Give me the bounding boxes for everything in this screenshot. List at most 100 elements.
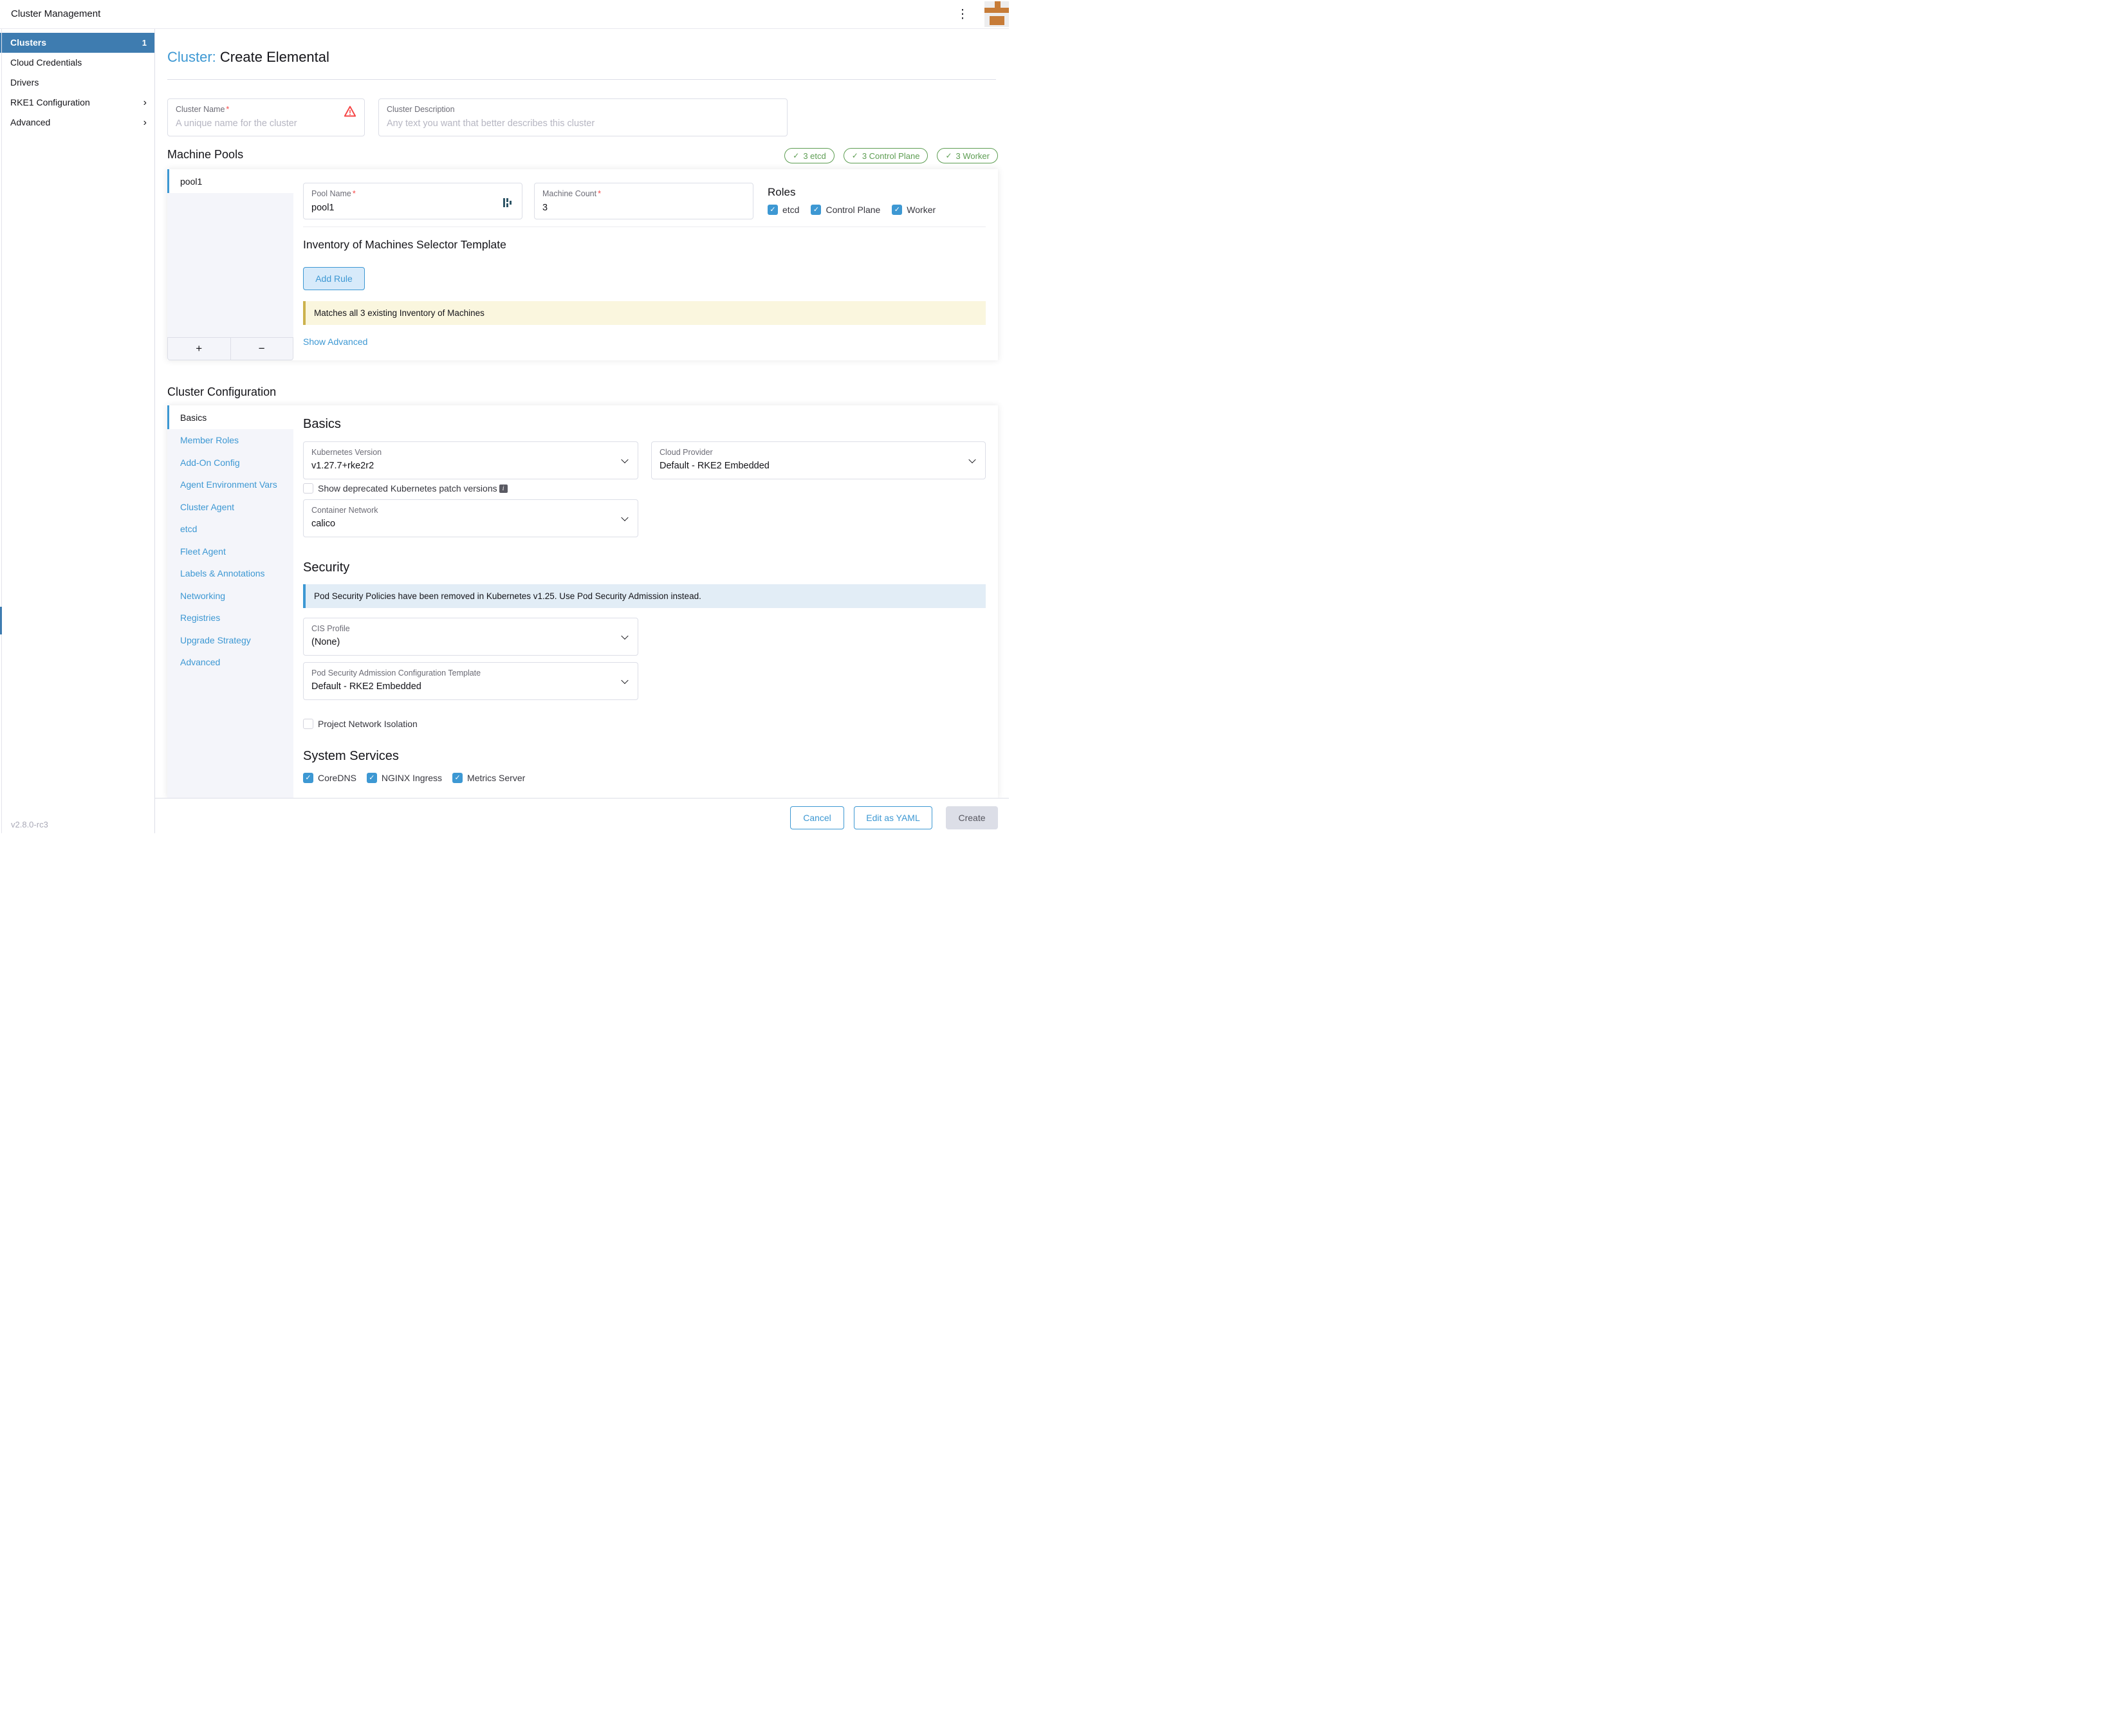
nginx-ingress-checkbox[interactable]: ✓	[367, 773, 377, 783]
app-version: v2.8.0-rc3	[11, 820, 48, 829]
roles-heading: Roles	[768, 186, 795, 199]
pool-name-input[interactable]	[311, 203, 514, 213]
kubernetes-version-value: v1.27.7+rke2r2	[311, 461, 630, 471]
add-rule-button[interactable]: Add Rule	[303, 267, 365, 290]
pool-add-remove-buttons: + −	[167, 337, 293, 360]
check-icon: ✓	[852, 151, 858, 160]
role-control-plane: ✓ Control Plane	[811, 205, 880, 215]
pool-tab-pool1[interactable]: pool1	[167, 169, 293, 193]
cloud-provider-value: Default - RKE2 Embedded	[660, 461, 977, 471]
config-tab-labels-annotations[interactable]: Labels & Annotations	[167, 562, 293, 585]
machine-pools-heading: Machine Pools	[167, 148, 243, 162]
page-title-text: Create Elemental	[220, 49, 329, 65]
config-tab-etcd[interactable]: etcd	[167, 518, 293, 540]
control-plane-checkbox[interactable]: ✓	[811, 205, 821, 215]
create-button[interactable]: Create	[946, 806, 998, 829]
service-metrics-server: ✓ Metrics Server	[452, 773, 525, 783]
cancel-button[interactable]: Cancel	[790, 806, 844, 829]
role-etcd: ✓ etcd	[768, 205, 799, 215]
config-tab-registries[interactable]: Registries	[167, 607, 293, 629]
config-tab-member-roles[interactable]: Member Roles	[167, 429, 293, 452]
show-deprecated-row: Show deprecated Kubernetes patch version…	[303, 483, 508, 494]
show-deprecated-label: Show deprecated Kubernetes patch version…	[318, 483, 497, 494]
kubernetes-version-label: Kubernetes Version	[311, 448, 630, 457]
coredns-checkbox[interactable]: ✓	[303, 773, 313, 783]
psa-template-label: Pod Security Admission Configuration Tem…	[311, 669, 630, 678]
cloud-provider-select[interactable]: Cloud Provider Default - RKE2 Embedded	[651, 441, 986, 479]
pool-name-fieldbox: Pool Name*	[303, 183, 522, 219]
brand-logo-icon[interactable]	[984, 1, 1009, 27]
project-network-isolation-row: Project Network Isolation	[303, 719, 418, 729]
random-name-icon[interactable]	[503, 198, 513, 208]
psa-template-select[interactable]: Pod Security Admission Configuration Tem…	[303, 662, 638, 700]
required-asterisk: *	[598, 189, 601, 198]
config-tab-fleet-agent[interactable]: Fleet Agent	[167, 540, 293, 563]
cluster-description-fieldbox: Cluster Description	[378, 98, 788, 136]
title-divider	[167, 79, 996, 80]
config-tab-agent-environment-vars[interactable]: Agent Environment Vars	[167, 474, 293, 496]
role-count-badges: ✓ 3 etcd ✓ 3 Control Plane ✓ 3 Worker	[784, 148, 998, 163]
cluster-configuration-heading: Cluster Configuration	[167, 385, 276, 399]
sidebar-item-clusters[interactable]: Clusters 1	[0, 33, 154, 53]
metrics-server-checkbox[interactable]: ✓	[452, 773, 463, 783]
worker-count-badge: ✓ 3 Worker	[937, 148, 998, 163]
worker-checkbox[interactable]: ✓	[892, 205, 902, 215]
page-title-prefix: Cluster:	[167, 49, 216, 65]
sidebar-item-advanced[interactable]: Advanced ›	[0, 113, 154, 133]
config-tab-upgrade-strategy[interactable]: Upgrade Strategy	[167, 629, 293, 652]
clusters-count-badge: 1	[142, 33, 147, 53]
role-worker: ✓ Worker	[892, 205, 936, 215]
service-nginx-ingress: ✓ NGINX Ingress	[367, 773, 442, 783]
top-header: Cluster Management ⋮	[0, 0, 1009, 29]
project-network-isolation-checkbox[interactable]	[303, 719, 313, 729]
etcd-checkbox[interactable]: ✓	[768, 205, 778, 215]
sidebar-nav: Clusters 1 Cloud Credentials Drivers RKE…	[0, 29, 155, 833]
add-pool-button[interactable]: +	[167, 337, 231, 360]
matches-banner: Matches all 3 existing Inventory of Mach…	[303, 301, 986, 325]
scrollbar-thumb[interactable]	[0, 607, 2, 634]
kebab-menu-icon[interactable]: ⋮	[956, 6, 969, 24]
etcd-count-badge: ✓ 3 etcd	[784, 148, 834, 163]
container-network-select[interactable]: Container Network calico	[303, 499, 638, 537]
page-title: Cluster: Create Elemental	[167, 49, 329, 66]
left-edge-divider	[1, 29, 2, 833]
container-network-value: calico	[311, 519, 630, 529]
project-network-isolation-label: Project Network Isolation	[318, 719, 418, 729]
check-icon: ✓	[793, 151, 799, 160]
pool-content-divider	[303, 226, 986, 227]
roles-checkbox-group: ✓ etcd ✓ Control Plane ✓ Worker	[768, 205, 936, 215]
cluster-configuration-panel: Basics Member Roles Add-On Config Agent …	[167, 405, 998, 798]
config-tab-networking[interactable]: Networking	[167, 585, 293, 607]
machine-count-input[interactable]	[542, 203, 745, 213]
cis-profile-label: CIS Profile	[311, 624, 630, 633]
machine-count-label: Machine Count	[542, 189, 596, 198]
show-deprecated-checkbox[interactable]	[303, 483, 313, 494]
config-tab-add-on-config[interactable]: Add-On Config	[167, 452, 293, 474]
cis-profile-select[interactable]: CIS Profile (None)	[303, 618, 638, 656]
edit-as-yaml-button[interactable]: Edit as YAML	[854, 806, 932, 829]
warning-icon	[344, 106, 356, 117]
sidebar-item-drivers[interactable]: Drivers	[0, 73, 154, 93]
pool-name-label: Pool Name	[311, 189, 351, 198]
cluster-name-label: Cluster Name	[176, 105, 225, 114]
cloud-provider-label: Cloud Provider	[660, 448, 977, 457]
show-advanced-link[interactable]: Show Advanced	[303, 337, 367, 347]
config-tab-cluster-agent[interactable]: Cluster Agent	[167, 496, 293, 519]
app-title: Cluster Management	[11, 8, 100, 19]
config-tab-basics[interactable]: Basics	[167, 405, 293, 429]
cluster-description-input[interactable]	[387, 118, 779, 129]
cis-profile-value: (None)	[311, 637, 630, 647]
required-asterisk: *	[226, 105, 229, 114]
remove-pool-button[interactable]: −	[231, 337, 294, 360]
main-content: Cluster: Create Elemental Cluster Name* …	[155, 29, 1009, 798]
sidebar-item-rke1-configuration[interactable]: RKE1 Configuration ›	[0, 93, 154, 113]
info-icon[interactable]: i	[499, 485, 508, 493]
cluster-name-input[interactable]	[176, 118, 356, 129]
kubernetes-version-select[interactable]: Kubernetes Version v1.27.7+rke2r2	[303, 441, 638, 479]
sidebar-item-cloud-credentials[interactable]: Cloud Credentials	[0, 53, 154, 73]
required-asterisk: *	[353, 189, 356, 198]
cluster-name-fieldbox: Cluster Name*	[167, 98, 365, 136]
container-network-label: Container Network	[311, 506, 630, 515]
config-tab-advanced[interactable]: Advanced	[167, 651, 293, 674]
psa-template-value: Default - RKE2 Embedded	[311, 681, 630, 692]
